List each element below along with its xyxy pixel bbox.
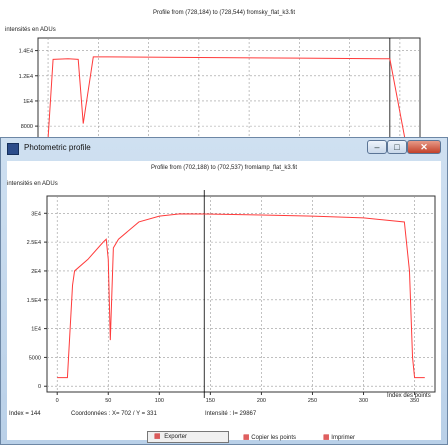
chart-icon: ▦: [243, 434, 250, 441]
window-client-area: Profile from (702,188) to (702,537) from…: [7, 161, 441, 443]
y-tick-label: 1E4: [23, 99, 33, 105]
x-tick-label: 150: [206, 398, 215, 404]
plot-frame: [46, 195, 436, 393]
y-tick-label: 3E4: [31, 211, 41, 217]
y-tick-label: 0: [38, 384, 41, 390]
y-tick-label: 5000: [29, 355, 41, 361]
x-tick-label: 0: [56, 398, 59, 404]
window-titlebar[interactable]: Photometric profile – □ ✕: [1, 138, 447, 158]
print-button[interactable]: ▦ Imprimer: [323, 433, 393, 443]
y-tick-label: 8000: [21, 124, 33, 130]
y-tick-label: 1.2E4: [19, 74, 33, 80]
y-tick-label: 2.5E4: [27, 240, 41, 246]
coordinates-readout: Coordonnées : X= 702 / Y = 331: [71, 411, 157, 417]
x-tick-label: 250: [308, 398, 317, 404]
y-tick-label: 1.5E4: [27, 298, 41, 304]
y-tick-label: 2E4: [31, 269, 41, 275]
y-tick-label: 1E4: [31, 327, 41, 333]
chart-icon: ▦: [154, 433, 161, 440]
plot-frame: [37, 37, 421, 145]
x-tick-label: 100: [155, 398, 164, 404]
minimize-button[interactable]: –: [367, 140, 387, 154]
chart-icon: ▦: [323, 434, 330, 441]
back-profile-chart: 1.4E4 1.2E4 1E4 8000: [19, 37, 421, 145]
x-tick-label: 50: [105, 398, 111, 404]
app-icon: [7, 143, 19, 155]
x-tick-label: 200: [257, 398, 266, 404]
maximize-button[interactable]: □: [387, 140, 407, 154]
copy-points-button[interactable]: ▦ Copier les points: [243, 433, 313, 443]
x-tick-label: 300: [359, 398, 368, 404]
x-axis-label: Index des points: [387, 393, 431, 399]
intensity-readout: Intensité : I= 29867: [205, 411, 257, 417]
export-button[interactable]: ▦ Exporter: [147, 431, 229, 443]
background-profile-window: Profile from (728,184) to (728,544) from…: [0, 0, 448, 145]
index-readout: Index = 144: [9, 411, 41, 417]
window-title: Photometric profile: [24, 143, 91, 152]
y-tick-label: 1.4E4: [19, 49, 33, 55]
close-button[interactable]: ✕: [407, 140, 441, 154]
photometric-profile-window: Photometric profile – □ ✕ Profile from (…: [0, 137, 448, 445]
profile-chart[interactable]: 3E4 2.5E4 2E4 1.5E4 1E4 5000 0 0 50 100 150 200 250 3…: [7, 161, 441, 440]
